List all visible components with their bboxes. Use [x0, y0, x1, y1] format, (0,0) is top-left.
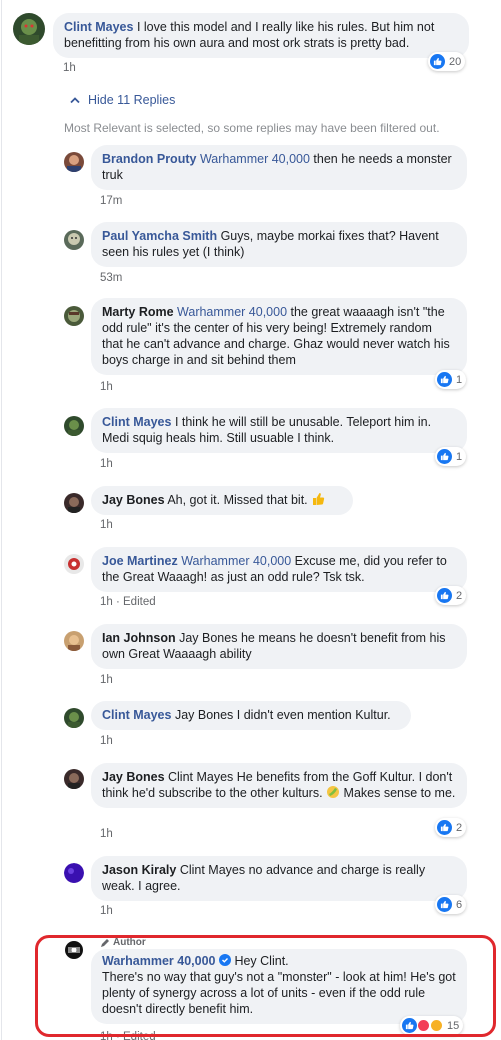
reply-bubble: Clint Mayes I think he will still be unu… [91, 408, 467, 453]
reply-text: Ah, got it. Missed that bit. [164, 493, 308, 507]
chevron-up-icon [70, 97, 80, 104]
reply-bubble: Marty Rome Warhammer 40,000 the great wa… [91, 298, 467, 375]
avatar[interactable] [64, 863, 84, 883]
avatar[interactable] [64, 554, 84, 574]
avatar[interactable] [64, 631, 84, 651]
reply-text: Jay Bones I didn't even mention Kultur. [171, 708, 391, 722]
haha-icon [430, 1019, 443, 1032]
reply-bubble: Ian Johnson Jay Bones he means he doesn'… [91, 624, 467, 669]
author-badge-label: Author [113, 937, 146, 948]
reply-bubble: Paul Yamcha Smith Guys, maybe morkai fix… [91, 222, 467, 267]
avatar[interactable] [64, 940, 84, 960]
reaction-count[interactable]: 2 [435, 586, 467, 605]
avatar[interactable] [13, 13, 45, 45]
love-icon [417, 1019, 430, 1032]
like-icon [437, 449, 452, 464]
like-icon [430, 54, 445, 69]
comment-time[interactable]: 1h [63, 62, 76, 74]
like-icon [437, 372, 452, 387]
reaction-number: 20 [449, 55, 462, 68]
verified-icon [218, 954, 231, 966]
avatar[interactable] [64, 152, 84, 172]
reply-time[interactable]: 1h · Edited [100, 596, 156, 608]
reply-author[interactable]: Clint Mayes [102, 415, 171, 429]
reply-time[interactable]: 1h [100, 905, 113, 917]
reply-time[interactable]: 1h [100, 828, 113, 840]
reply-time[interactable]: 1h [100, 381, 113, 393]
like-icon [437, 820, 452, 835]
reaction-number: 2 [456, 589, 463, 602]
reply-time[interactable]: 17m [100, 195, 122, 207]
reply-time[interactable]: 1h [100, 735, 113, 747]
reply-text-continued: Makes sense to me. [340, 786, 456, 800]
reply-bubble: Brandon Prouty Warhammer 40,000 then he … [91, 145, 467, 190]
like-icon [402, 1018, 417, 1033]
reaction-count[interactable]: 2 [435, 818, 467, 837]
reply-author[interactable]: Jay Bones [102, 770, 165, 784]
reaction-number: 1 [456, 373, 463, 386]
reply-author[interactable]: Marty Rome [102, 305, 174, 319]
filter-notice: Most Relevant is selected, so some repli… [64, 121, 440, 135]
reply-tag[interactable]: Warhammer 40,000 [181, 554, 291, 568]
reply-bubble: Jay Bones Ah, got it. Missed that bit. [91, 486, 353, 515]
avatar[interactable] [64, 416, 84, 436]
reaction-count[interactable]: 15 [400, 1016, 464, 1035]
reaction-number: 15 [447, 1019, 460, 1032]
reaction-count[interactable]: 1 [435, 370, 467, 389]
reply-author[interactable]: Jay Bones [102, 493, 165, 507]
like-icon [437, 588, 452, 603]
reaction-count[interactable]: 6 [435, 895, 467, 914]
reaction-number: 2 [456, 821, 463, 834]
author-badge: Author [100, 937, 146, 948]
thumbs-up-emoji [313, 493, 325, 505]
reply-time[interactable]: 1h [100, 674, 113, 686]
avatar[interactable] [64, 230, 84, 250]
reaction-number: 1 [456, 450, 463, 463]
reply-author[interactable]: Warhammer 40,000 [102, 954, 216, 968]
reply-bubble: Warhammer 40,000 Hey Clint. There's no w… [91, 949, 467, 1024]
reply-time[interactable]: 1h · Edited [100, 1031, 156, 1040]
reply-author[interactable]: Brandon Prouty [102, 152, 196, 166]
reply-author[interactable]: Clint Mayes [102, 708, 171, 722]
comment-bubble: Clint Mayes I love this model and I real… [53, 13, 469, 58]
reply-bubble: Jason Kiraly Clint Mayes no advance and … [91, 856, 467, 901]
reply-author[interactable]: Ian Johnson [102, 631, 176, 645]
reply-time[interactable]: 1h [100, 458, 113, 470]
reply-author[interactable]: Paul Yamcha Smith [102, 229, 217, 243]
pencil-icon [101, 938, 109, 947]
reply-bubble: Joe Martinez Warhammer 40,000 Excuse me,… [91, 547, 467, 592]
like-icon [437, 897, 452, 912]
avatar[interactable] [64, 708, 84, 728]
reply-author[interactable]: Jason Kiraly [102, 863, 176, 877]
avatar[interactable] [64, 769, 84, 789]
reply-tag[interactable]: Warhammer 40,000 [177, 305, 287, 319]
reply-bubble: Jay Bones Clint Mayes He benefits from t… [91, 763, 467, 808]
avatar[interactable] [64, 493, 84, 513]
reply-bubble: Clint Mayes Jay Bones I didn't even ment… [91, 701, 411, 730]
reply-text: Hey Clint. [230, 954, 289, 968]
reply-author[interactable]: Joe Martinez [102, 554, 178, 568]
hide-replies-label: Hide 11 Replies [88, 93, 176, 107]
avatar[interactable] [64, 306, 84, 326]
reply-tag[interactable]: Warhammer 40,000 [200, 152, 310, 166]
reply-time[interactable]: 53m [100, 272, 122, 284]
reaction-count[interactable]: 1 [435, 447, 467, 466]
reply-text-body: There's no way that guy's not a "monster… [102, 970, 456, 1016]
reply-time[interactable]: 1h [100, 519, 113, 531]
thread-line [1, 0, 2, 1040]
hide-replies-button[interactable]: Hide 11 Replies [70, 93, 175, 107]
reaction-number: 6 [456, 898, 463, 911]
comment-author[interactable]: Clint Mayes [64, 20, 133, 34]
reaction-count[interactable]: 20 [428, 52, 466, 71]
facepalm-emoji [327, 786, 340, 798]
